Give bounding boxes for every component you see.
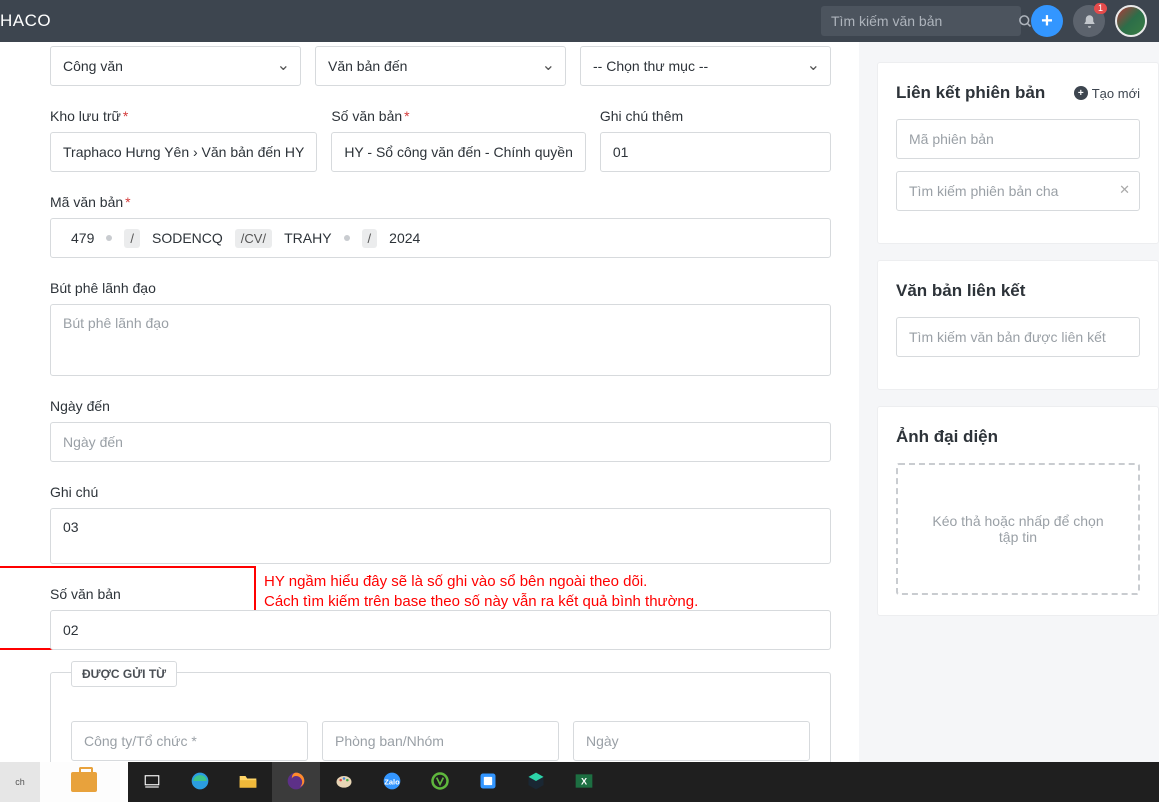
version-create-button[interactable]: + Tạo mới xyxy=(1074,86,1140,101)
version-code-input[interactable] xyxy=(896,119,1140,159)
taskbar-taskview-icon[interactable] xyxy=(128,762,176,802)
storage-field[interactable]: Traphaco Hưng Yên › Văn bản đến HY xyxy=(50,132,317,172)
code-label: Mã văn bản* xyxy=(50,194,831,210)
taskbar-excel-icon[interactable]: X xyxy=(560,762,608,802)
main-layout: Công văn Văn bản đến -- Chọn thư mục -- … xyxy=(0,42,1159,762)
code-dot-icon xyxy=(106,235,112,241)
linked-doc-search-input[interactable] xyxy=(896,317,1140,357)
avatar-dropzone[interactable]: Kéo thả hoặc nhấp để chọn tập tin xyxy=(896,463,1140,595)
docnum-field[interactable]: HY - Sổ công văn đến - Chính quyền xyxy=(331,132,586,172)
code-part-3: TRAHY xyxy=(284,230,331,246)
code-sep-2: /CV/ xyxy=(235,229,272,248)
sent-from-dept-input[interactable] xyxy=(322,721,559,761)
code-dot-icon xyxy=(344,235,350,241)
app-header: HACO + 1 xyxy=(0,0,1159,42)
taskbar-app-icon[interactable] xyxy=(464,762,512,802)
code-sep-3: / xyxy=(362,229,378,248)
taskbar-nox-icon[interactable] xyxy=(512,762,560,802)
windows-taskbar: ch Zalo X xyxy=(0,762,1159,802)
plus-icon: + xyxy=(1074,86,1088,100)
notifications-button[interactable]: 1 xyxy=(1073,5,1105,37)
taskbar-coccoc-icon[interactable] xyxy=(416,762,464,802)
note-label: Ghi chú xyxy=(50,484,831,500)
storage-label: Kho lưu trữ* xyxy=(50,108,317,124)
form-panel: Công văn Văn bản đến -- Chọn thư mục -- … xyxy=(0,42,859,762)
arrival-date-input[interactable] xyxy=(50,422,831,462)
sent-from-tab[interactable]: ĐƯỢC GỬI TỪ xyxy=(71,661,177,687)
extra-note-input[interactable] xyxy=(600,132,831,172)
taskbar-edge-icon[interactable] xyxy=(176,762,224,802)
brand-title: HACO xyxy=(0,11,51,31)
doc-code-field[interactable]: 479 / SODENCQ /CV/ TRAHY / 2024 xyxy=(50,218,831,258)
taskbar-firefox-icon[interactable] xyxy=(272,762,320,802)
sent-from-section: ĐƯỢC GỬI TỪ xyxy=(50,672,831,762)
version-link-title: Liên kết phiên bản xyxy=(896,83,1045,103)
leader-note-label: Bút phê lãnh đạo xyxy=(50,280,831,296)
version-link-card: Liên kết phiên bản + Tạo mới xyxy=(877,62,1159,244)
linked-doc-title: Văn bản liên kết xyxy=(896,281,1025,301)
taskbar-zalo-icon[interactable]: Zalo xyxy=(368,762,416,802)
arrival-date-label: Ngày đến xyxy=(50,398,831,414)
docnum-label: Số văn bản* xyxy=(331,108,586,124)
linked-doc-card: Văn bản liên kết xyxy=(877,260,1159,390)
side-panel: Liên kết phiên bản + Tạo mới Văn bản liê… xyxy=(859,42,1159,762)
note-input[interactable]: 03 xyxy=(50,508,831,564)
sent-from-date-input[interactable] xyxy=(573,721,810,761)
add-button[interactable]: + xyxy=(1031,5,1063,37)
taskbar-explorer-active[interactable] xyxy=(40,762,128,802)
code-sep-1: / xyxy=(124,229,140,248)
sent-from-company-input[interactable] xyxy=(71,721,308,761)
taskbar-paint-icon[interactable] xyxy=(320,762,368,802)
svb-input[interactable] xyxy=(50,610,831,650)
global-search[interactable] xyxy=(821,6,1021,36)
code-part-2: SODENCQ xyxy=(152,230,223,246)
avatar-card: Ảnh đại diện Kéo thả hoặc nhấp để chọn t… xyxy=(877,406,1159,616)
extra-note-label: Ghi chú thêm xyxy=(600,108,831,124)
taskbar-start[interactable]: ch xyxy=(0,762,40,802)
code-part-1: 479 xyxy=(71,230,94,246)
taskbar-fileexplorer-icon[interactable] xyxy=(224,762,272,802)
doc-direction-select[interactable]: Văn bản đến xyxy=(315,46,566,86)
folder-select[interactable]: -- Chọn thư mục -- xyxy=(580,46,831,86)
header-actions: + 1 xyxy=(821,5,1147,37)
doc-type-select[interactable]: Công văn xyxy=(50,46,301,86)
briefcase-icon xyxy=(71,772,97,792)
global-search-input[interactable] xyxy=(831,13,1012,29)
code-part-4: 2024 xyxy=(389,230,420,246)
svg-text:X: X xyxy=(581,776,588,786)
leader-note-input[interactable] xyxy=(50,304,831,376)
avatar-card-title: Ảnh đại diện xyxy=(896,427,998,447)
version-parent-search-input[interactable] xyxy=(896,171,1140,211)
annotation-text: HY ngầm hiểu đây sẽ là số ghi vào sổ bên… xyxy=(264,572,698,613)
user-avatar[interactable] xyxy=(1115,5,1147,37)
svg-text:Zalo: Zalo xyxy=(384,777,400,786)
notification-badge: 1 xyxy=(1094,3,1107,14)
